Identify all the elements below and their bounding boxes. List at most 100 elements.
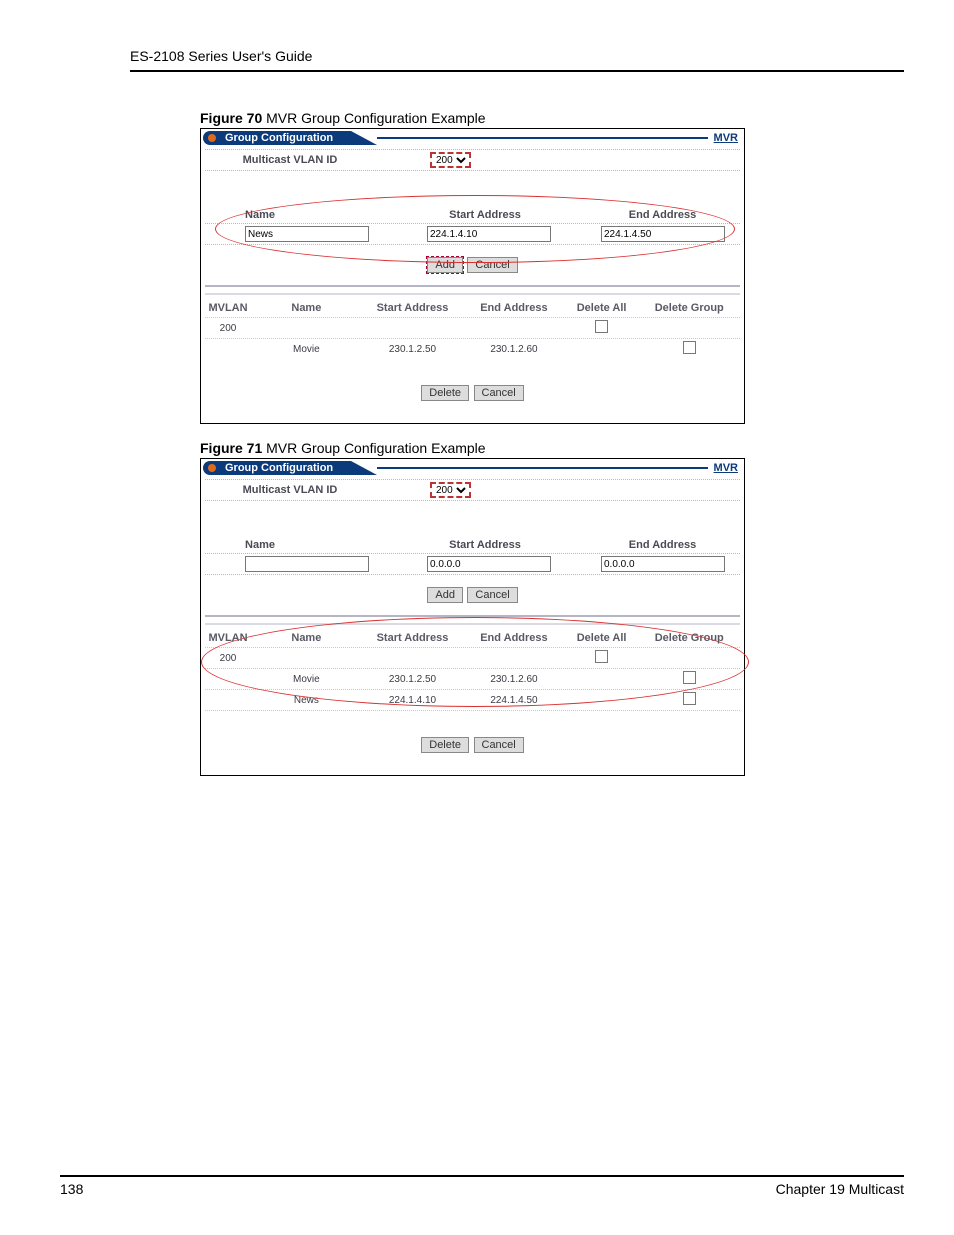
name-input[interactable] [245,226,369,242]
cell-name: Movie [251,674,362,685]
delete-button[interactable]: Delete [421,385,469,401]
col-mvlan: MVLAN [205,632,251,644]
title-bar: Group Configuration MVR [203,131,742,145]
add-cancel-row: Add Cancel [205,245,740,283]
multicast-vlan-row: Multicast VLAN ID 200 [205,479,740,501]
cell-end: 230.1.2.60 [463,344,564,355]
cell-name: Movie [251,344,362,355]
multicast-vlan-label: Multicast VLAN ID [205,484,375,496]
start-address-label: Start Address [410,539,560,551]
add-button[interactable]: Add [427,587,463,603]
title-cap-icon [203,461,221,475]
cell-end: 230.1.2.60 [463,674,564,685]
page-number: 138 [60,1181,83,1197]
multicast-vlan-label: Multicast VLAN ID [205,154,375,166]
title-cap-icon [203,131,221,145]
title-line [377,467,707,469]
figure-number-71: Figure 71 [200,440,262,456]
page-header: ES-2108 Series User's Guide [130,48,904,72]
multicast-vlan-row: Multicast VLAN ID 200 [205,149,740,171]
cell-start: 224.1.4.10 [362,695,463,706]
table-row: 200 [205,317,740,338]
end-address-input[interactable] [601,226,725,242]
table-row: News 224.1.4.10 224.1.4.50 [205,689,740,711]
figure-text-71: MVR Group Configuration Example [262,440,485,456]
add-cancel-row: Add Cancel [205,575,740,613]
col-start: Start Address [362,632,463,644]
cancel-button-2[interactable]: Cancel [474,737,524,753]
delete-group-checkbox[interactable] [683,671,696,684]
cell-end: 224.1.4.50 [463,695,564,706]
col-mvlan: MVLAN [205,302,251,314]
cancel-button[interactable]: Cancel [467,257,517,273]
cell-start: 230.1.2.50 [362,674,463,685]
divider [205,615,740,625]
delete-button[interactable]: Delete [421,737,469,753]
orange-dot-icon [208,134,216,142]
delete-group-checkbox[interactable] [683,692,696,705]
title-slope [351,461,377,475]
page-footer: 138 Chapter 19 Multicast [60,1175,904,1197]
delete-all-checkbox[interactable] [595,320,608,333]
start-address-input[interactable] [427,556,551,572]
cell-mvlan: 200 [205,653,251,664]
figure-caption-71: Figure 71 MVR Group Configuration Exampl… [200,440,894,456]
table-row: Movie 230.1.2.50 230.1.2.60 [205,668,740,689]
cell-delete-group [639,341,740,357]
cell-delete-all [565,320,639,336]
col-name: Name [251,632,362,644]
cell-mvlan: 200 [205,323,251,334]
start-address-label: Start Address [410,209,560,221]
table-row: 200 [205,647,740,668]
delete-cancel-row: Delete Cancel [205,711,740,763]
title-text: Group Configuration [221,131,351,145]
title-slope [351,131,377,145]
multicast-vlan-select[interactable]: 200 [430,482,471,498]
add-button[interactable]: Add [427,257,463,273]
col-delete-all: Delete All [565,302,639,314]
cell-start: 230.1.2.50 [362,344,463,355]
name-header-row: Name Start Address End Address [205,537,740,553]
title-text: Group Configuration [221,461,351,475]
input-row [205,553,740,575]
name-label: Name [205,539,315,551]
mvr-link[interactable]: MVR [714,462,738,474]
figure-number-70: Figure 70 [200,110,262,126]
divider [205,285,740,295]
name-label: Name [205,209,315,221]
table-header: MVLAN Name Start Address End Address Del… [205,299,740,317]
title-bar: Group Configuration MVR [203,461,742,475]
mvr-link[interactable]: MVR [714,132,738,144]
col-delete-all: Delete All [565,632,639,644]
col-end: End Address [463,632,564,644]
table-row: Movie 230.1.2.50 230.1.2.60 [205,338,740,359]
delete-group-checkbox[interactable] [683,341,696,354]
start-address-input[interactable] [427,226,551,242]
table-header: MVLAN Name Start Address End Address Del… [205,629,740,647]
col-name: Name [251,302,362,314]
col-start: Start Address [362,302,463,314]
end-address-label: End Address [590,539,735,551]
figure-caption-70: Figure 70 MVR Group Configuration Exampl… [200,110,894,126]
end-address-label: End Address [590,209,735,221]
delete-all-checkbox[interactable] [595,650,608,663]
figure-text-70: MVR Group Configuration Example [262,110,485,126]
cell-name: News [251,695,362,706]
delete-cancel-row: Delete Cancel [205,359,740,411]
end-address-input[interactable] [601,556,725,572]
col-delete-group: Delete Group [639,632,740,644]
name-input[interactable] [245,556,369,572]
screenshot-figure-70: Group Configuration MVR Multicast VLAN I… [200,128,745,424]
cancel-button[interactable]: Cancel [467,587,517,603]
name-header-row: Name Start Address End Address [205,207,740,223]
col-end: End Address [463,302,564,314]
title-line [377,137,707,139]
cancel-button-2[interactable]: Cancel [474,385,524,401]
screenshot-figure-71: Group Configuration MVR Multicast VLAN I… [200,458,745,776]
multicast-vlan-select[interactable]: 200 [430,152,471,168]
chapter-label: Chapter 19 Multicast [776,1181,904,1197]
cell-delete-group [639,692,740,708]
orange-dot-icon [208,464,216,472]
input-row [205,223,740,245]
col-delete-group: Delete Group [639,302,740,314]
